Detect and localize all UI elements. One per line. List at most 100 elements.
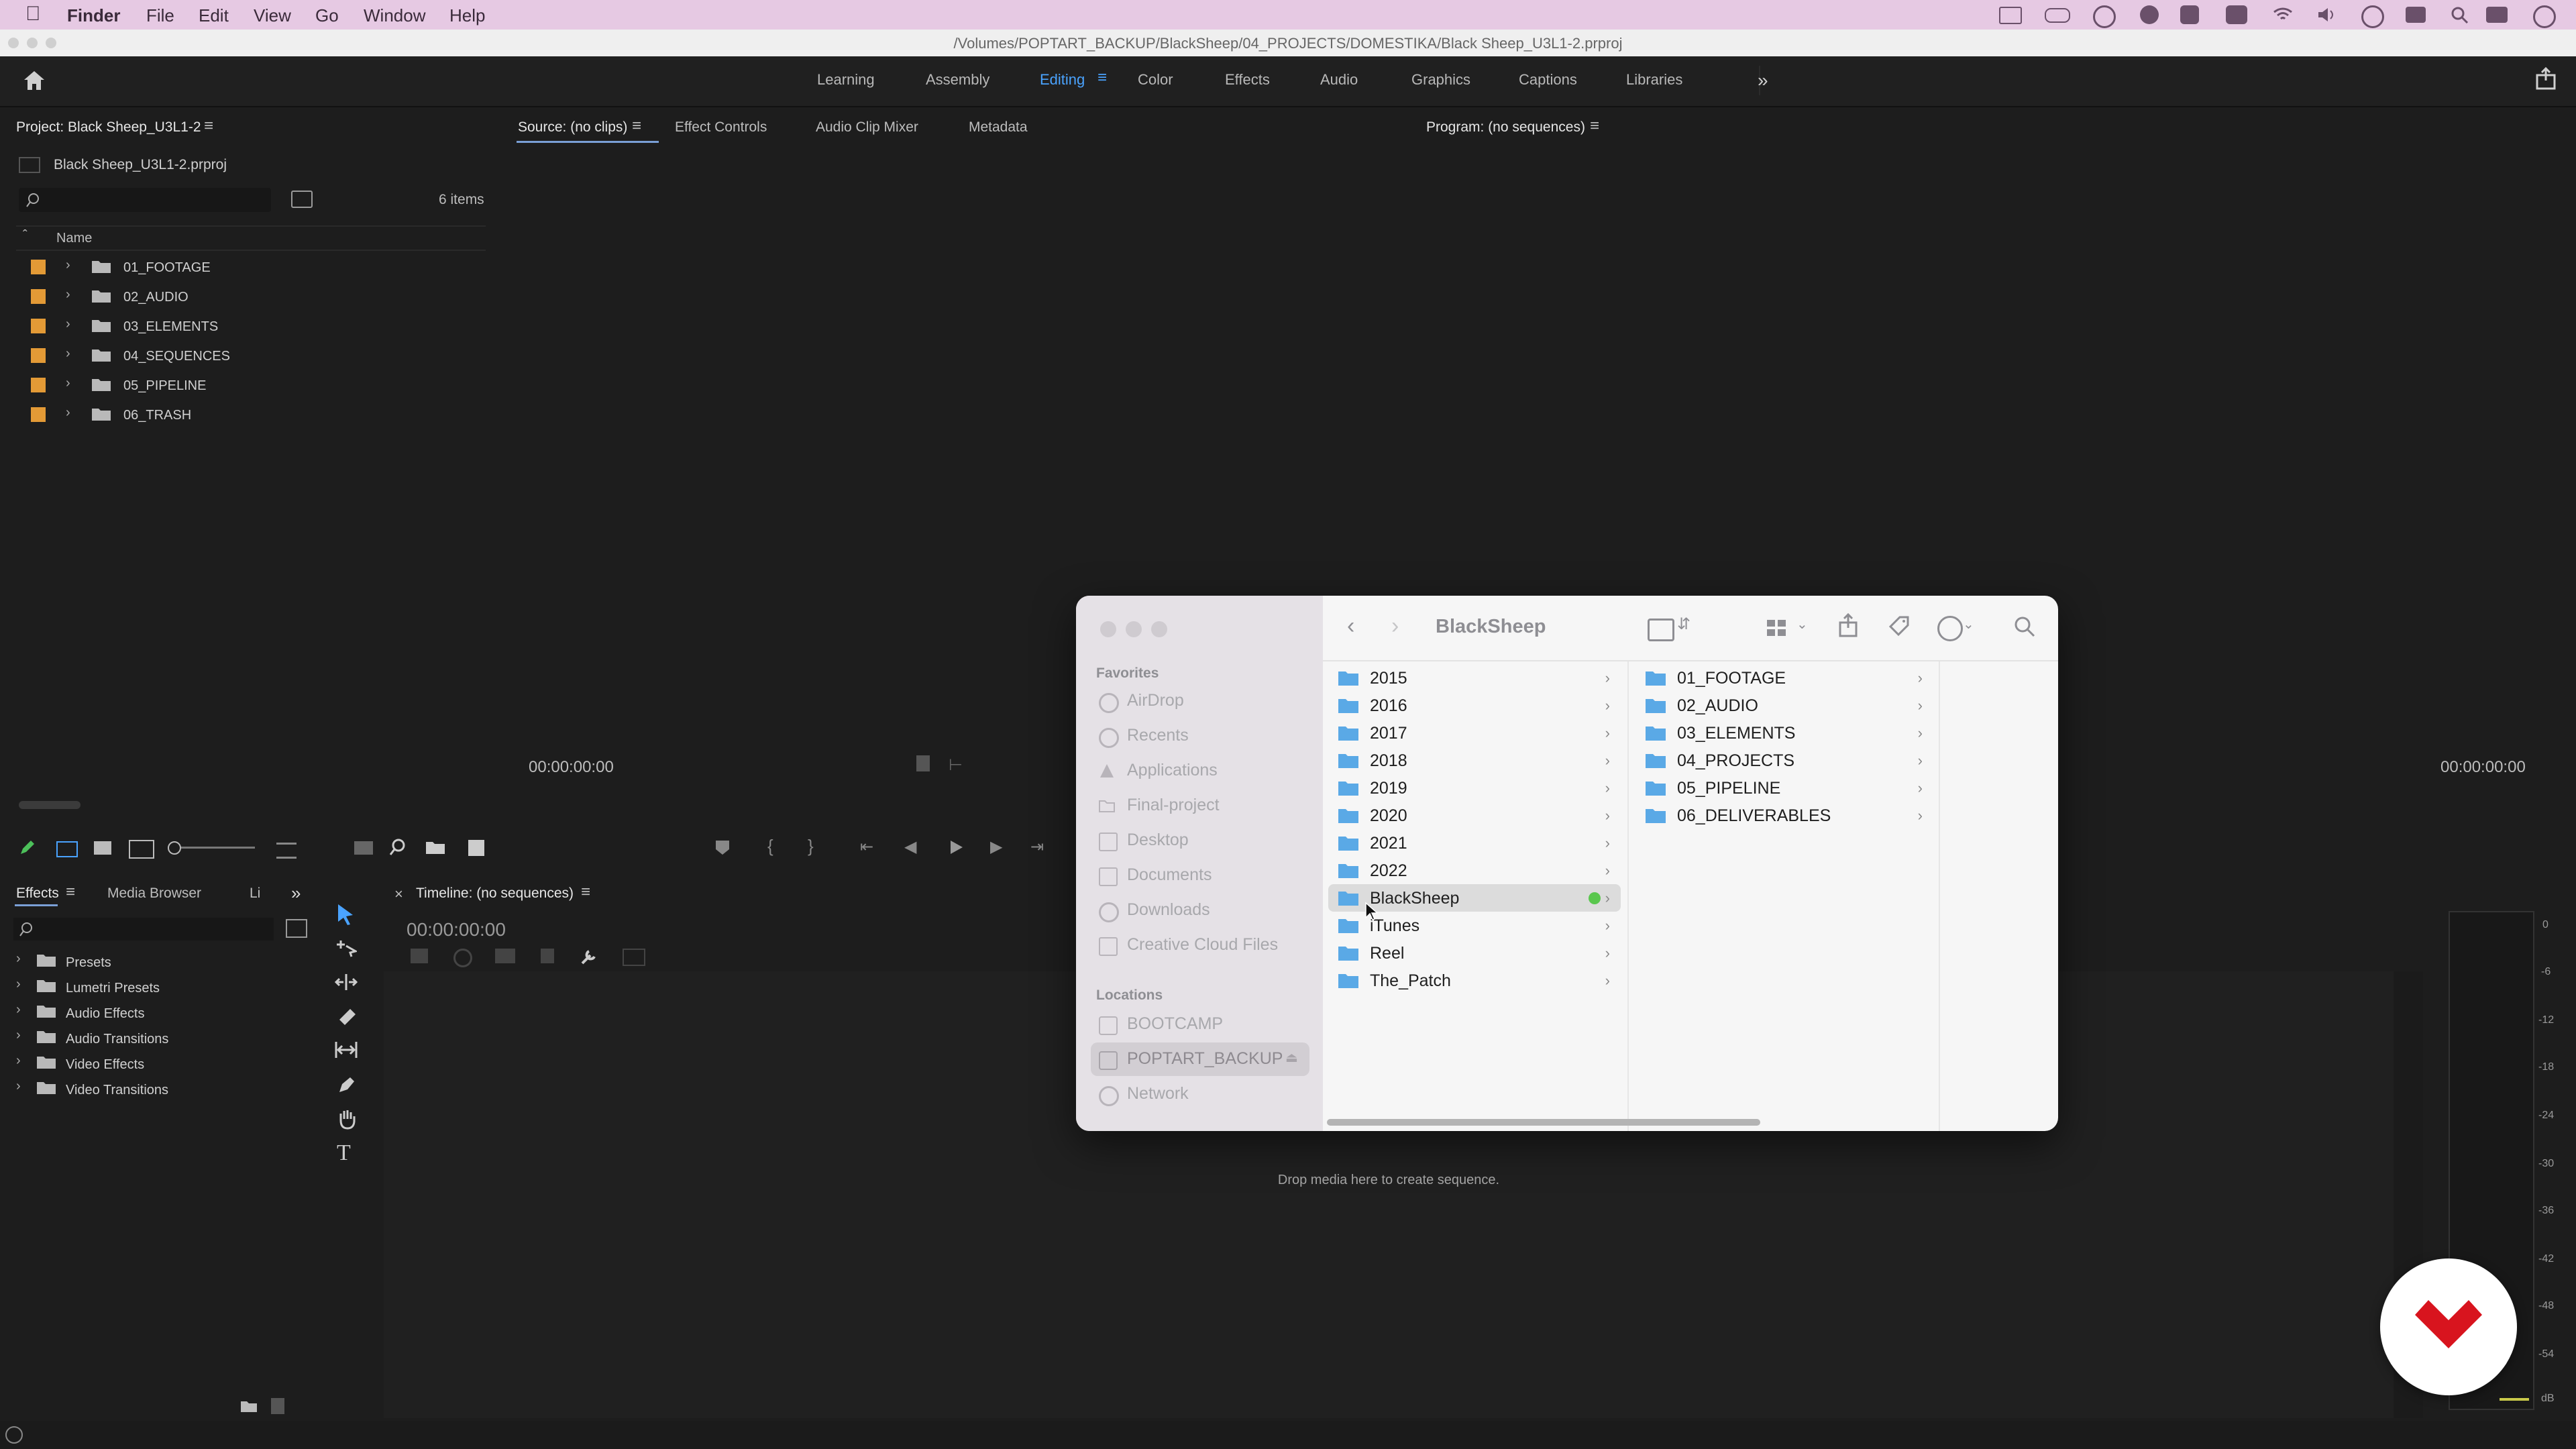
program-title[interactable]: Program: (no sequences) [1426, 119, 1585, 136]
chevron-right-icon[interactable]: › [16, 977, 21, 992]
sidebar-item-final-project[interactable]: Final-project [1091, 789, 1309, 822]
menu-help[interactable]: Help [449, 5, 485, 26]
sidebar-item-recents[interactable]: Recents [1091, 719, 1309, 753]
effects-folder-row[interactable]: › Lumetri Presets [12, 974, 301, 998]
label-color-swatch[interactable] [31, 289, 46, 304]
share-icon[interactable] [1838, 613, 1858, 637]
finder-folder-row[interactable]: Reel › [1328, 939, 1621, 967]
finder-folder-row[interactable]: 2017 › [1328, 719, 1621, 747]
chevron-right-icon[interactable]: › [66, 287, 70, 303]
nest-toggle-icon[interactable] [411, 949, 428, 963]
chevron-right-icon[interactable]: › [66, 405, 70, 421]
program-menu-icon[interactable]: ≡ [1590, 117, 1599, 136]
search-icon[interactable] [2014, 616, 2035, 637]
home-icon[interactable] [23, 70, 46, 91]
eject-icon[interactable]: ⏏ [1285, 1049, 1298, 1066]
hand-tool-icon[interactable] [337, 1108, 357, 1130]
go-to-in-icon[interactable]: ⇤ [860, 837, 873, 857]
tab-metadata[interactable]: Metadata [969, 119, 1028, 136]
user-icon[interactable] [2361, 5, 2384, 28]
chevron-right-icon[interactable]: › [66, 258, 70, 273]
new-custom-bin-icon[interactable] [286, 919, 307, 938]
chevron-down-icon[interactable]: ⌄ [1963, 616, 1974, 633]
project-panel-menu-icon[interactable]: ≡ [204, 117, 213, 136]
zoom-slider-handle[interactable] [168, 841, 181, 855]
workspace-captions[interactable]: Captions [1519, 71, 1577, 89]
chevron-right-icon[interactable]: › [16, 1028, 21, 1043]
chevron-right-icon[interactable]: › [16, 951, 21, 967]
keyboard-input-icon[interactable] [2406, 7, 2426, 23]
sort-icon[interactable] [276, 843, 297, 859]
chevron-right-icon[interactable]: › [66, 317, 70, 332]
control-center-icon[interactable] [2486, 7, 2508, 23]
sidebar-item-downloads[interactable]: Downloads [1091, 894, 1309, 927]
workspaces-overflow-icon[interactable]: » [1758, 70, 1778, 91]
go-to-out-icon[interactable]: ⇥ [1030, 837, 1044, 857]
apple-icon[interactable]:  [25, 3, 41, 25]
project-bin-row[interactable]: › 03_ELEMENTS [21, 311, 484, 341]
workspace-assembly[interactable]: Assembly [926, 71, 989, 89]
trash-icon[interactable] [271, 1398, 284, 1414]
label-color-swatch[interactable] [31, 348, 46, 363]
finder-folder-row[interactable]: 05_PIPELINE › [1635, 774, 1933, 802]
finder-close-button[interactable] [1100, 621, 1116, 637]
column-view-icon[interactable] [1648, 619, 1674, 641]
sidebar-item-documents[interactable]: Documents [1091, 859, 1309, 892]
sort-up-icon[interactable]: ˆ [23, 228, 28, 244]
workspace-libraries[interactable]: Libraries [1626, 71, 1682, 89]
status-icon[interactable] [5, 1426, 23, 1444]
project-scrollbar[interactable] [19, 801, 80, 809]
tab-source[interactable]: Source: (no clips) [518, 119, 627, 136]
new-item-icon[interactable] [468, 840, 484, 856]
spotlight-search-icon[interactable] [2451, 7, 2469, 24]
app-status-icon[interactable] [2180, 5, 2199, 24]
finder-folder-row[interactable]: 03_ELEMENTS › [1635, 719, 1933, 747]
column-header-name[interactable]: Name [56, 231, 92, 246]
workspace-editing-menu-icon[interactable]: ≡ [1097, 68, 1107, 87]
finder-folder-row[interactable]: 2020 › [1328, 802, 1621, 829]
sidebar-item-bootcamp[interactable]: BOOTCAMP [1091, 1008, 1309, 1041]
timeline-title[interactable]: Timeline: (no sequences) [416, 885, 574, 902]
more-actions-icon[interactable] [1937, 616, 1963, 641]
project-bin-row[interactable]: › 02_AUDIO [21, 282, 484, 311]
label-color-swatch[interactable] [31, 378, 46, 392]
group-icon[interactable] [1766, 619, 1788, 637]
finder-minimize-button[interactable] [1126, 621, 1142, 637]
workspace-graphics[interactable]: Graphics [1411, 71, 1470, 89]
sidebar-item-airdrop[interactable]: AirDrop [1091, 684, 1309, 718]
siri-icon[interactable] [2533, 5, 2556, 28]
view-chevron-icon[interactable]: ⇵ [1677, 614, 1690, 634]
menu-app-finder[interactable]: Finder [67, 5, 120, 26]
display-icon[interactable] [1999, 7, 2022, 24]
label-color-swatch[interactable] [31, 319, 46, 333]
finder-folder-row[interactable]: 2015 › [1328, 664, 1621, 692]
step-back-icon[interactable]: ◀ [904, 837, 916, 857]
workspace-audio[interactable]: Audio [1320, 71, 1358, 89]
forward-icon[interactable]: › [1391, 613, 1399, 639]
finder-folder-row[interactable]: The_Patch › [1328, 967, 1621, 994]
slip-tool-icon[interactable] [334, 1040, 358, 1060]
menu-edit[interactable]: Edit [199, 5, 229, 26]
type-tool-icon[interactable]: T [337, 1140, 351, 1166]
volume-icon[interactable] [2317, 7, 2337, 23]
list-view-icon[interactable] [56, 841, 78, 857]
finder-folder-row[interactable]: 02_AUDIO › [1635, 692, 1933, 719]
finder-folder-row[interactable]: 2022 › [1328, 857, 1621, 884]
captions-icon[interactable] [623, 949, 645, 966]
find-icon[interactable] [389, 839, 407, 856]
step-forward-icon[interactable]: ▶ [990, 837, 1002, 857]
project-bin-row[interactable]: › 04_SEQUENCES [21, 341, 484, 370]
back-icon[interactable]: ‹ [1347, 613, 1354, 639]
shield-icon[interactable] [2226, 5, 2247, 24]
timeline-timecode[interactable]: 00:00:00:00 [407, 919, 506, 941]
effects-folder-row[interactable]: › Audio Transitions [12, 1025, 301, 1049]
label-color-swatch[interactable] [31, 260, 46, 274]
track-select-tool-icon[interactable] [335, 939, 357, 958]
mark-in-icon[interactable]: { [767, 836, 773, 857]
share-icon[interactable] [2536, 67, 2556, 90]
project-bin-row[interactable]: › 06_TRASH [21, 400, 484, 429]
effects-folder-row[interactable]: › Audio Effects [12, 1000, 301, 1024]
wifi-icon[interactable] [2273, 7, 2293, 21]
column-divider[interactable] [1627, 661, 1629, 1131]
program-timecode[interactable]: 00:00:00:00 [2440, 758, 2526, 777]
